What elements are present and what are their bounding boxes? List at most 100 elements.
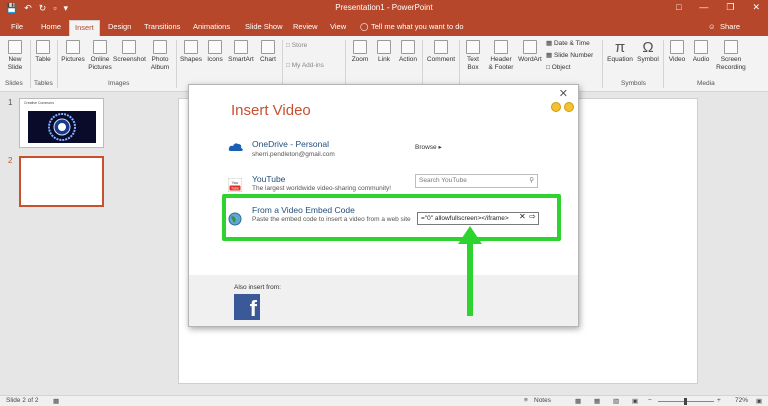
ribbon-divider [459,40,460,88]
normal-view-icon[interactable]: ▩ [575,397,581,405]
reading-view-icon[interactable]: ▧ [613,397,619,405]
slide-sorter-icon[interactable]: ▦ [594,397,600,405]
tab-design[interactable]: Design [108,22,131,31]
new-slide-icon [8,40,22,54]
table-icon [36,40,50,54]
tab-review[interactable]: Review [293,22,318,31]
shapes-button[interactable]: Shapes [179,40,203,64]
smartart-label: SmartArt [228,56,254,63]
online-pictures-button[interactable]: Online Pictures [88,40,112,72]
ribbon-divider [30,40,31,88]
zoom-slider-thumb[interactable] [684,398,687,405]
table-button[interactable]: Table [33,40,53,64]
youtube-search-input[interactable]: Search YouTube ⚲ [415,174,538,188]
ribbon-divider [57,40,58,88]
chart-button[interactable]: Chart [257,40,279,64]
youtube-description: The largest worldwide video-sharing comm… [252,185,392,192]
tab-slide-show[interactable]: Slide Show [245,22,283,31]
smile-feedback-icon[interactable] [551,102,561,112]
icons-button[interactable]: Icons [205,40,225,64]
online-pictures-label-2: Pictures [88,64,112,71]
ribbon-divider [176,40,177,88]
text-box-button[interactable]: Text Box [463,40,483,72]
comment-button[interactable]: Comment [425,40,457,64]
header-footer-button[interactable]: Header & Footer [485,40,517,72]
header-footer-label-1: Header [490,56,512,63]
search-icon[interactable]: ⚲ [529,176,534,184]
dialog-close-button[interactable]: ✕ [559,87,568,100]
video-button[interactable]: Video [666,40,688,64]
new-slide-button[interactable]: New Slide [4,40,26,72]
zoom-level[interactable]: 72% [735,397,748,404]
share-icon: ☺ [708,22,716,31]
camera-icon [122,40,136,54]
audio-button[interactable]: Audio [690,40,712,64]
spelling-icon[interactable]: ▩ [53,397,59,405]
onedrive-name[interactable]: OneDrive - Personal [252,139,329,149]
tell-me-search[interactable]: Tell me what you want to do [371,22,464,31]
close-icon[interactable]: ✕ [752,2,760,13]
photo-album-label-1: Photo [151,56,169,63]
object-button[interactable]: □ Object [546,64,571,72]
slideshow-view-icon[interactable]: ▣ [632,397,638,405]
onedrive-email: sherri.pendleton@gmail.com [252,151,335,158]
smartart-icon [234,40,248,54]
photo-album-button[interactable]: Photo Album [147,40,173,72]
slide-number-button[interactable]: ▦ Slide Number [546,52,593,60]
wordart-button[interactable]: WordArt [517,40,543,64]
omega-icon: Ω [642,39,654,56]
online-pictures-icon [93,40,107,54]
tab-view[interactable]: View [330,22,346,31]
youtube-name[interactable]: YouTube [252,174,285,184]
store-button[interactable]: □ Store [286,42,307,50]
screen-recording-button[interactable]: Screen Recording [713,40,749,72]
slide-thumbnail-1[interactable]: Creative Commons [19,98,104,148]
tab-file[interactable]: File [11,22,23,31]
date-time-icon: ▦ [546,40,554,47]
maximize-icon[interactable]: ❐ [726,2,734,13]
slide-thumbnail-2[interactable] [19,156,104,207]
header-footer-icon [494,40,508,54]
my-addins-button[interactable]: □ My Add-ins [286,62,324,70]
header-footer-label-2: & Footer [488,64,514,71]
browse-link[interactable]: Browse ▸ [415,143,442,151]
screenshot-button[interactable]: Screenshot [113,40,146,64]
dialog-title: Insert Video [231,102,311,119]
action-button[interactable]: Action [396,40,420,64]
tab-home[interactable]: Home [41,22,61,31]
ribbon-tabs: File Home Insert Design Transitions Anim… [0,19,768,36]
caret-right-icon: ▸ [436,144,442,151]
pictures-icon [66,40,80,54]
screenshot-label: Screenshot [113,56,146,63]
ribbon-divider [282,40,283,88]
facebook-icon[interactable]: f [234,294,260,321]
online-pictures-label-1: Online [90,56,110,63]
minimize-icon[interactable]: — [699,2,708,13]
zoom-button[interactable]: Zoom [349,40,371,64]
youtube-search-placeholder: Search YouTube [419,177,467,184]
zoom-out-icon[interactable]: − [648,397,652,404]
group-media-label: Media [697,80,715,87]
my-addins-label: My Add-ins [291,62,324,69]
onedrive-icon [228,142,244,152]
pictures-button[interactable]: Pictures [59,40,87,64]
comment-icon [434,40,448,54]
date-time-button[interactable]: ▦ Date & Time [546,40,590,48]
window-controls: □ — ❐ ✕ [676,2,760,13]
zoom-in-icon[interactable]: + [717,397,721,404]
frown-feedback-icon[interactable] [564,102,574,112]
fit-slide-icon[interactable]: ▣ [756,397,762,405]
tab-transitions[interactable]: Transitions [144,22,180,31]
ribbon-display-icon[interactable]: □ [676,2,681,13]
equation-button[interactable]: π Equation [605,40,635,64]
share-button[interactable]: Share [720,22,740,31]
link-button[interactable]: Link [373,40,395,64]
tab-insert[interactable]: Insert [69,20,100,36]
action-icon [401,40,415,54]
smartart-button[interactable]: SmartArt [227,40,255,64]
tab-animations[interactable]: Animations [193,22,230,31]
vertical-scrollbar[interactable] [760,92,768,395]
symbol-button[interactable]: Ω Symbol [636,40,660,64]
notes-button[interactable]: Notes [534,397,551,404]
slide-1-image [28,111,96,143]
